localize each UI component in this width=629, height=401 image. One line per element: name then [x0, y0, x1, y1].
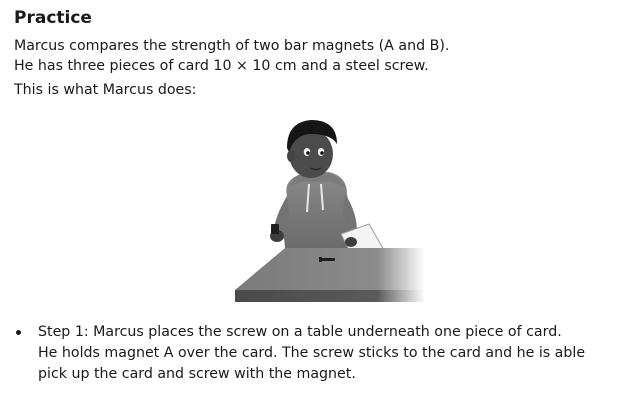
intro-paragraph: Marcus compares the strength of two bar …	[14, 36, 449, 76]
list-item: Step 1: Marcus places the screw on a tab…	[38, 322, 598, 385]
intro-line: He has three pieces of card 10 × 10 cm a…	[14, 58, 429, 74]
step-line: Step 1: Marcus places the screw on a tab…	[38, 324, 562, 340]
intro-line: Marcus compares the strength of two bar …	[14, 38, 450, 54]
step-line: pick up the card and screw with the magn…	[38, 366, 356, 382]
lead-text: This is what Marcus does:	[14, 82, 197, 98]
section-heading: Practice	[14, 8, 92, 28]
table	[235, 248, 425, 302]
bullet-icon	[16, 330, 21, 335]
boy-head	[287, 120, 337, 178]
boy-with-card-illustration	[235, 120, 425, 302]
step-line: He holds magnet A over the card. The scr…	[38, 345, 586, 361]
